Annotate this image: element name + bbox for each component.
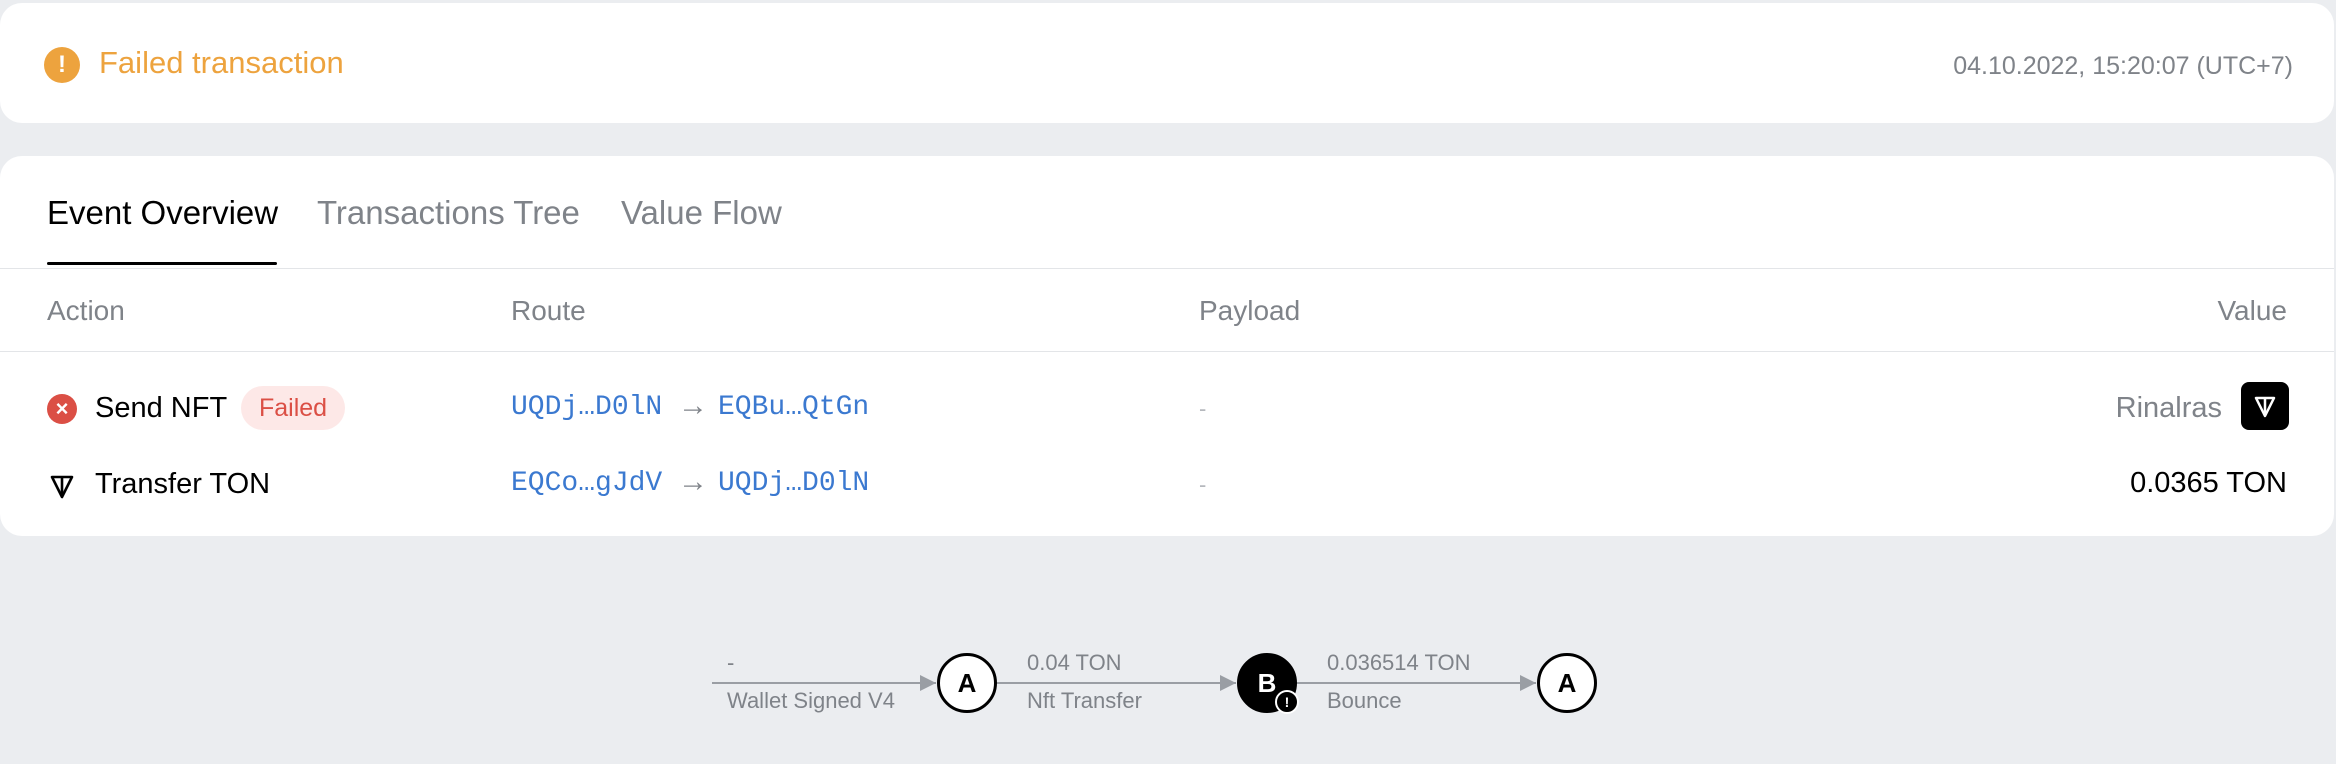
arrow-right-icon: →: [678, 465, 708, 498]
edge-operation: Wallet Signed V4: [727, 688, 895, 713]
nft-thumbnail[interactable]: [2241, 382, 2289, 430]
divider: [0, 268, 2334, 269]
column-header-value: Value: [2217, 295, 2287, 326]
ton-icon: [50, 475, 74, 499]
action-label: Transfer TON: [95, 468, 271, 500]
tab-transactions-tree[interactable]: Transactions Tree: [317, 194, 580, 232]
flow-node-a[interactable]: A: [937, 653, 997, 713]
column-header-action: Action: [47, 295, 125, 326]
edge-amount: 0.04 TON: [1027, 650, 1122, 675]
transaction-timestamp: 04.10.2022, 15:20:07 (UTC+7): [1953, 52, 2293, 80]
route-to-address[interactable]: EQBu…QtGn: [718, 392, 869, 423]
payload-value: -: [1199, 472, 1207, 497]
error-icon: ×: [47, 394, 77, 424]
tab-event-overview[interactable]: Event Overview: [47, 194, 278, 232]
status-badge: Failed: [241, 386, 346, 430]
flow-node-a[interactable]: A: [1537, 653, 1597, 713]
ton-amount: 0.0365 TON: [2130, 467, 2287, 499]
ton-logo-icon: [2254, 396, 2276, 418]
divider: [0, 351, 2334, 352]
warning-icon: !: [44, 47, 80, 83]
active-tab-indicator: [47, 262, 277, 265]
tab-value-flow[interactable]: Value Flow: [621, 194, 782, 232]
nft-name[interactable]: Rinalras: [2116, 392, 2222, 425]
value-flow-graph: - Wallet Signed V4 0.04 TON Nft Transfer…: [700, 640, 1660, 740]
edge-amount: -: [727, 650, 735, 675]
column-header-payload: Payload: [1199, 295, 1301, 326]
action-label: Send NFT: [95, 392, 228, 424]
route-from-address[interactable]: EQCo…gJdV: [511, 468, 662, 499]
route-from-address[interactable]: UQDj…D0lN: [511, 392, 662, 423]
payload-value: -: [1199, 396, 1207, 421]
edge-operation: Bounce: [1327, 688, 1402, 713]
route-to-address[interactable]: UQDj…D0lN: [718, 468, 869, 499]
status-card: ! Failed transaction 04.10.2022, 15:20:0…: [0, 3, 2334, 123]
warning-icon: !: [1275, 690, 1299, 714]
column-header-route: Route: [511, 295, 586, 326]
edge-amount: 0.036514 TON: [1327, 650, 1471, 675]
arrow-right-icon: →: [678, 389, 708, 422]
status-title: Failed transaction: [99, 45, 344, 80]
edge-operation: Nft Transfer: [1027, 688, 1142, 713]
event-card: Event Overview Transactions Tree Value F…: [0, 156, 2334, 536]
tab-bar: Event Overview Transactions Tree Value F…: [0, 156, 2334, 268]
